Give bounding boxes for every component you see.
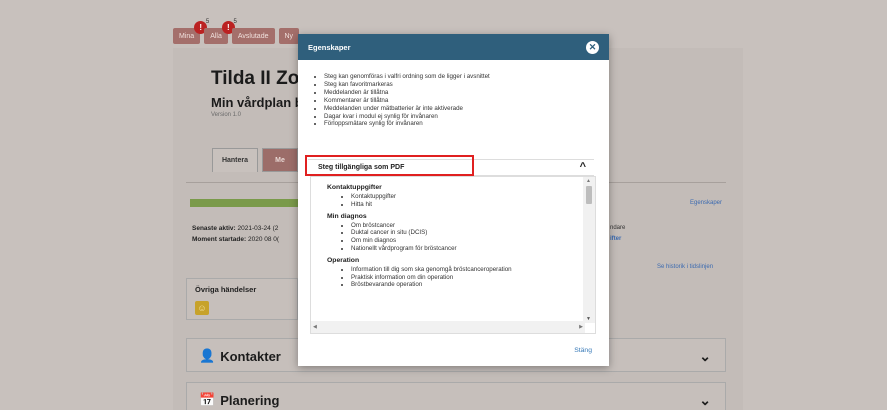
chevron-up-icon[interactable]: ^ [580,161,586,173]
planning-label: Planering [220,392,280,408]
list-item: Information till dig som ska genomgå brö… [351,266,583,274]
moment-started-label: Moment startade: [192,236,247,243]
top-tab-bar: Mina ! 5 Alla ! 5 Avslutade Ny [173,19,300,44]
tab-alla[interactable]: Alla ! 5 [204,19,237,44]
person-icon: 👤 [199,348,216,363]
tab-avslutade[interactable]: Avslutade [231,28,275,44]
tab-hantera[interactable]: Hantera [212,148,258,172]
tab-mina[interactable]: Mina ! 5 [173,19,209,44]
group-list: Information till dig som ska genomgå brö… [327,266,583,289]
highlight-box [305,155,474,176]
contacts-label: Kontakter [220,348,281,364]
list-item: Steg kan favoritmarkeras [324,81,490,89]
modal-header: Egenskaper ✕ [298,34,609,60]
chevron-down-icon[interactable]: ⌄ [699,348,711,365]
list-item: Nationellt vårdprogram för bröstcancer [351,245,583,253]
list-item: Förloppsmätare synlig för invånaren [324,120,490,128]
horizontal-scrollbar[interactable]: ◀ ▶ [311,321,585,333]
last-active-row: Senaste aktiv: 2021-03-24 (2 [192,225,278,232]
list-item: Praktisk information om din operation [351,274,583,282]
scroll-down-icon[interactable]: ▼ [586,316,591,322]
scrollbar-thumb[interactable] [586,186,592,204]
tab-label: Ny [284,32,294,40]
smiley-icon: ☺ [195,301,209,315]
plan-title: Min vårdplan br [211,95,308,110]
planning-accordion[interactable]: 📅 Planering ⌄ [186,382,726,410]
progress-bar-fill [190,199,300,207]
other-events-card[interactable]: Övriga händelser ☺ [186,278,298,320]
scroll-left-icon[interactable]: ◀ [313,324,317,330]
vertical-scrollbar[interactable]: ▲ ▼ [583,177,595,323]
scroll-up-icon[interactable]: ▲ [586,178,591,184]
last-active-label: Senaste aktiv: [192,225,236,232]
tab-meddelanden[interactable]: Me [262,148,298,172]
badge-count: 5 [205,19,210,25]
group-title: Operation [327,256,360,264]
other-events-title: Övriga händelser [195,285,257,294]
tab-label: Avslutade [237,32,269,40]
close-icon[interactable]: ✕ [586,41,599,54]
right-text-1: ndare [610,225,626,231]
history-link[interactable]: Se historik i tidslinjen [657,264,713,270]
list-item: Meddelanden är tillåtna [324,89,490,97]
properties-link[interactable]: Egenskaper [690,200,722,206]
group-list: Kontaktuppgifter Hitta hit [327,193,583,209]
list-item: Om min diagnos [351,237,583,245]
tab-label: Alla [210,32,222,40]
properties-modal: Egenskaper ✕ Steg kan genomföras i valfr… [298,34,609,366]
list-item: Kontaktuppgifter [351,193,583,201]
list-item: Steg kan genomföras i valfri ordning som… [324,73,490,81]
group-title: Kontaktuppgifter [327,184,382,191]
tab-ny[interactable]: Ny [278,28,300,44]
chevron-down-icon[interactable]: ⌄ [699,392,711,409]
list-item: Meddelanden under mätbatterier är inte a… [324,105,490,113]
modal-title: Egenskaper [308,43,351,52]
list-item: Hitta hit [351,201,583,209]
planning-header: 📅 Planering [199,392,279,408]
list-item: Bröstbevarande operation [351,281,583,289]
moment-started-row: Moment startade: 2020 08 0( [192,236,279,243]
close-button[interactable]: Stäng [574,347,592,354]
calendar-icon: 📅 [199,392,216,407]
scroll-right-icon[interactable]: ▶ [579,324,583,330]
properties-list: Steg kan genomföras i valfri ordning som… [316,73,490,128]
contacts-header: 👤 Kontakter [199,348,281,364]
moment-started-value: 2020 08 0( [248,236,280,243]
list-item: Dagar kvar i modul ej synlig för invånar… [324,113,490,121]
last-active-value: 2021-03-24 (2 [237,225,279,232]
plan-version: Version 1.0 [211,112,242,118]
list-item: Duktal cancer in situ (DCIS) [351,229,583,237]
group-title: Min diagnos [327,212,367,220]
pdf-steps-panel: Kontaktuppgifter Kontaktuppgifter Hitta … [310,176,596,334]
pdf-steps-scroll-area[interactable]: Kontaktuppgifter Kontaktuppgifter Hitta … [311,177,583,323]
list-item: Kommentarer är tillåtna [324,97,490,105]
badge-count: 5 [233,19,237,25]
group-list: Om bröstcancer Duktal cancer in situ (DC… [327,222,583,253]
tab-label: Mina [179,32,195,40]
list-item: Om bröstcancer [351,222,583,230]
right-text-2[interactable]: ifter [610,236,621,242]
